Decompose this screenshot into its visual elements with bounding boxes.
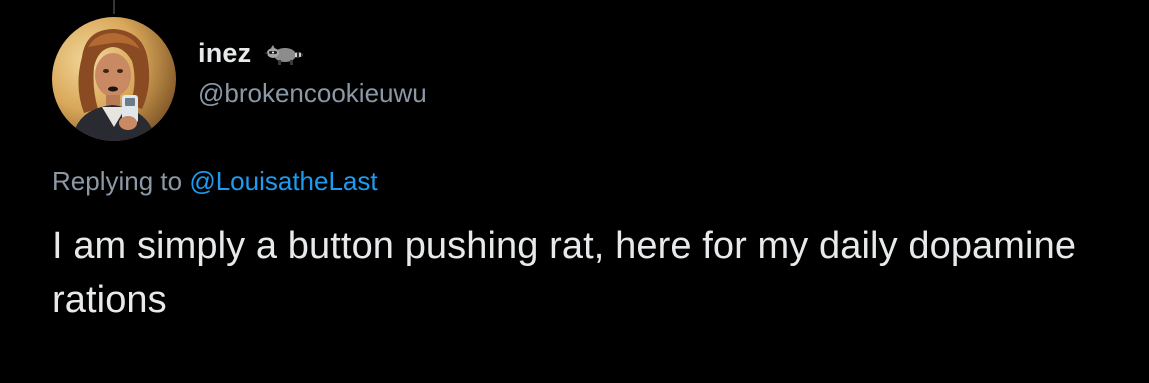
author-handle[interactable]: @brokencookieuwu [198, 78, 427, 109]
tweet-header: inez @brokencookieuwu [52, 16, 1112, 142]
avatar-photo [52, 17, 176, 141]
tweet[interactable]: inez @brokencookieuwu Replying to @Louis… [52, 16, 1112, 327]
raccoon-icon [261, 41, 305, 72]
author-names: inez @brokencookieuwu [198, 36, 427, 109]
avatar[interactable] [52, 17, 176, 141]
replying-to-label: Replying to [52, 166, 190, 196]
reply-mention-link[interactable]: @LouisatheLast [189, 166, 377, 196]
display-name-row: inez [198, 36, 427, 72]
thread-connector-line [113, 0, 115, 14]
tweet-text: I am simply a button pushing rat, here f… [52, 225, 1077, 321]
replying-to: Replying to @LouisatheLast [52, 166, 1112, 197]
display-name[interactable]: inez [198, 38, 251, 69]
